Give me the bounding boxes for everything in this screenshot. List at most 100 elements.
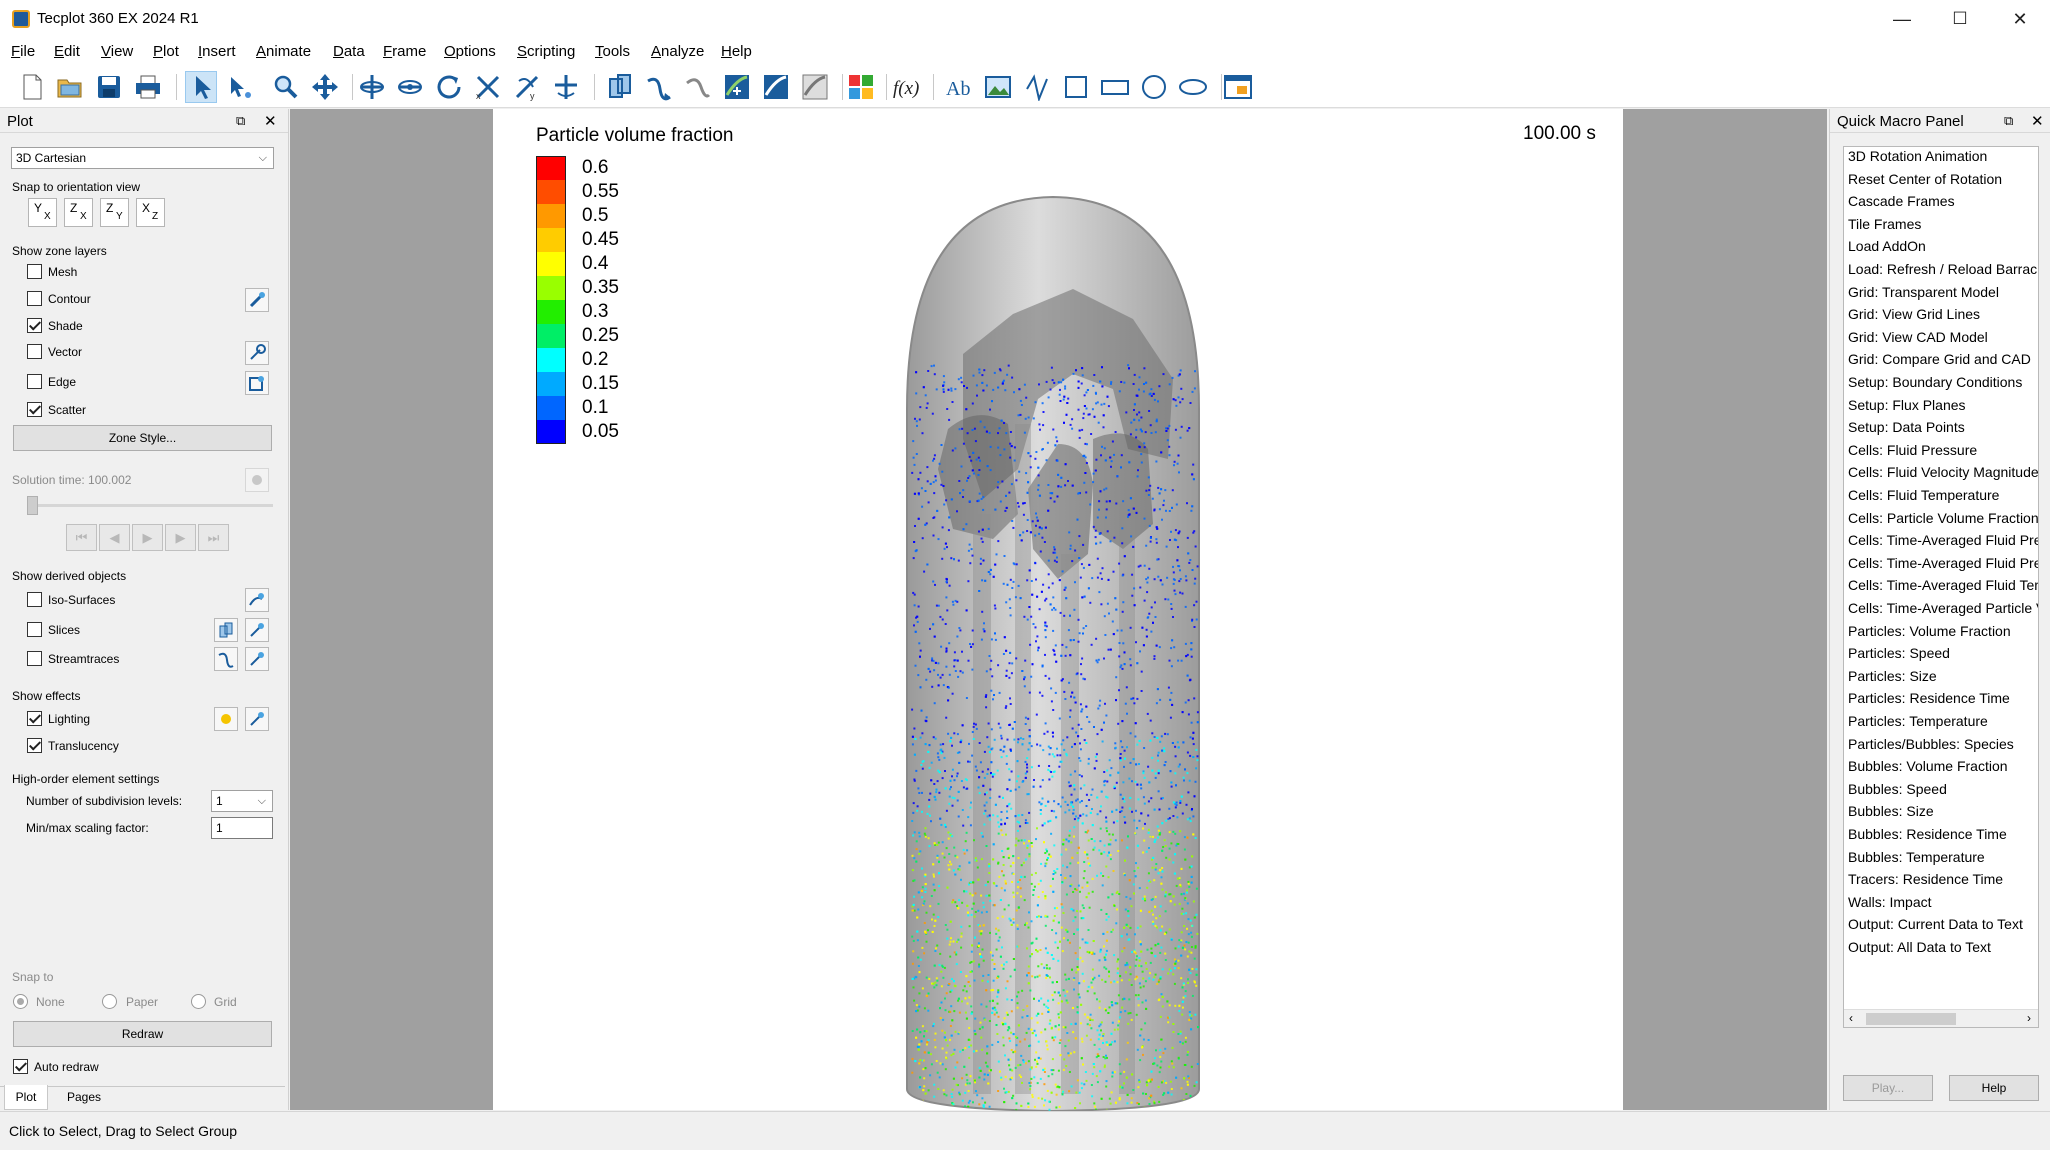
scatter-checkbox[interactable]: [27, 402, 42, 417]
rotate-y-icon[interactable]: [394, 71, 426, 103]
menu-view[interactable]: View: [101, 43, 133, 60]
tab-plot[interactable]: Plot: [4, 1085, 48, 1110]
menu-data[interactable]: Data: [333, 43, 365, 60]
macro-item[interactable]: Bubbles: Volume Fraction: [1848, 758, 2008, 774]
new-layout-icon[interactable]: [16, 71, 48, 103]
contour-settings-icon[interactable]: [245, 288, 269, 312]
streamtraces-settings-icon[interactable]: [245, 647, 269, 671]
circle-icon[interactable]: [1138, 71, 1170, 103]
last-step-icon[interactable]: ⏭: [198, 524, 229, 551]
lighting-settings-icon[interactable]: [245, 707, 269, 731]
macro-item[interactable]: Particles: Volume Fraction: [1848, 623, 2011, 639]
twist-icon[interactable]: y: [511, 71, 543, 103]
streamtraces-checkbox[interactable]: [27, 651, 42, 666]
macro-item[interactable]: Setup: Data Points: [1848, 419, 1965, 435]
rollerball-icon[interactable]: x: [472, 71, 504, 103]
translate-icon[interactable]: [309, 71, 341, 103]
macro-item[interactable]: Particles: Residence Time: [1848, 690, 2010, 706]
translucency-checkbox[interactable]: [27, 738, 42, 753]
square-icon[interactable]: [1060, 71, 1092, 103]
macro-item[interactable]: Tracers: Residence Time: [1848, 871, 2003, 887]
minimize-button[interactable]: —: [1872, 0, 1932, 38]
streamtrace-tool-small-icon[interactable]: [214, 647, 238, 671]
horizontal-scrollbar[interactable]: ‹ ›: [1844, 1009, 2038, 1027]
slices-checkbox[interactable]: [27, 622, 42, 637]
streamtrace-icon[interactable]: [643, 71, 675, 103]
menu-file[interactable]: File: [11, 43, 35, 60]
text-icon[interactable]: Ab: [943, 71, 975, 103]
zone-style-button[interactable]: Zone Style...: [13, 425, 272, 451]
vector-checkbox[interactable]: [27, 344, 42, 359]
float-panel-icon[interactable]: ⧉: [2004, 113, 2013, 129]
macro-item[interactable]: Particles: Size: [1848, 668, 1937, 684]
edge-checkbox[interactable]: [27, 374, 42, 389]
close-panel-icon[interactable]: ✕: [264, 112, 277, 130]
close-button[interactable]: ✕: [1990, 0, 2050, 38]
solution-time-settings-icon[interactable]: [245, 468, 269, 492]
macro-item[interactable]: Cells: Fluid Velocity Magnitude: [1848, 464, 2038, 480]
macro-item[interactable]: Cells: Time-Averaged Fluid Pressure: [1848, 555, 2038, 571]
macro-item[interactable]: Cells: Time-Averaged Particle Volume Fra…: [1848, 600, 2038, 616]
play-icon[interactable]: ▶: [132, 524, 163, 551]
shade-checkbox[interactable]: [27, 318, 42, 333]
vector-settings-icon[interactable]: [245, 341, 269, 365]
play-macro-button[interactable]: Play...: [1843, 1075, 1933, 1101]
macro-item[interactable]: Setup: Boundary Conditions: [1848, 374, 2022, 390]
redraw-button[interactable]: Redraw: [13, 1021, 272, 1047]
macro-list[interactable]: 3D Rotation Animation Reset Center of Rot…: [1843, 146, 2039, 1028]
orient-yx-button[interactable]: YX: [28, 198, 57, 227]
plot-type-select[interactable]: 3D Cartesian ⌵: [11, 147, 274, 169]
select-arrow-icon[interactable]: [185, 71, 217, 103]
slice-tool-small-icon[interactable]: [214, 618, 238, 642]
rotate-x-icon[interactable]: [356, 71, 388, 103]
orient-zy-button[interactable]: ZY: [100, 198, 129, 227]
snap-none-radio[interactable]: [13, 994, 28, 1009]
menu-options[interactable]: Options: [444, 43, 496, 60]
snap-paper-radio[interactable]: [102, 994, 117, 1009]
macro-item[interactable]: Tile Frames: [1848, 216, 1921, 232]
slice-tool-icon[interactable]: [604, 71, 636, 103]
macro-item[interactable]: Cells: Particle Volume Fraction: [1848, 510, 2038, 526]
contour-checkbox[interactable]: [27, 291, 42, 306]
macro-item[interactable]: Output: All Data to Text: [1848, 939, 1991, 955]
slices-settings-icon[interactable]: [245, 618, 269, 642]
plot-frame[interactable]: Particle volume fraction 0.6 0.55 0.5 0.45 0…: [493, 109, 1623, 1113]
menu-insert[interactable]: Insert: [198, 43, 236, 60]
auto-redraw-checkbox[interactable]: [13, 1059, 28, 1074]
scroll-right-icon[interactable]: ›: [2027, 1011, 2031, 1025]
macro-item[interactable]: Load: Refresh / Reload Barracuda: [1848, 261, 2038, 277]
macro-item[interactable]: Bubbles: Residence Time: [1848, 826, 2007, 842]
macro-item[interactable]: 3D Rotation Animation: [1848, 148, 1987, 164]
macro-item[interactable]: Cascade Frames: [1848, 193, 1955, 209]
step-forward-icon[interactable]: ▶: [165, 524, 196, 551]
menu-frame[interactable]: Frame: [383, 43, 426, 60]
equation-icon[interactable]: f(x): [890, 71, 922, 103]
macro-item[interactable]: Cells: Fluid Pressure: [1848, 442, 1977, 458]
spherical-rotate-icon[interactable]: [433, 71, 465, 103]
close-panel-icon[interactable]: ✕: [2031, 112, 2044, 130]
macro-item[interactable]: Bubbles: Size: [1848, 803, 1934, 819]
maximize-button[interactable]: ☐: [1930, 0, 1990, 38]
macro-item[interactable]: Output: Current Data to Text: [1848, 916, 2023, 932]
menu-animate[interactable]: Animate: [256, 43, 311, 60]
scrollbar-thumb[interactable]: [1866, 1013, 1956, 1025]
time-slider-track[interactable]: [27, 504, 273, 507]
iso-surfaces-checkbox[interactable]: [27, 592, 42, 607]
orient-xz-button[interactable]: XZ: [136, 198, 165, 227]
macro-item[interactable]: Particles/Bubbles: Species: [1848, 736, 2014, 752]
open-icon[interactable]: [54, 71, 86, 103]
macro-help-button[interactable]: Help: [1949, 1075, 2039, 1101]
macro-item[interactable]: Grid: Compare Grid and CAD: [1848, 351, 2031, 367]
streamtrace-rake-icon[interactable]: [682, 71, 714, 103]
macro-item[interactable]: Setup: Flux Planes: [1848, 397, 1966, 413]
menu-plot[interactable]: Plot: [153, 43, 179, 60]
menu-scripting[interactable]: Scripting: [517, 43, 575, 60]
rectangle-icon[interactable]: [1099, 71, 1131, 103]
probe-icon[interactable]: [550, 71, 582, 103]
macro-item[interactable]: Particles: Speed: [1848, 645, 1950, 661]
macro-item[interactable]: Load AddOn: [1848, 238, 1926, 254]
contour-remove-icon[interactable]: [760, 71, 792, 103]
zoom-icon[interactable]: [270, 71, 302, 103]
light-source-icon[interactable]: [214, 707, 238, 731]
scroll-left-icon[interactable]: ‹: [1849, 1011, 1853, 1025]
